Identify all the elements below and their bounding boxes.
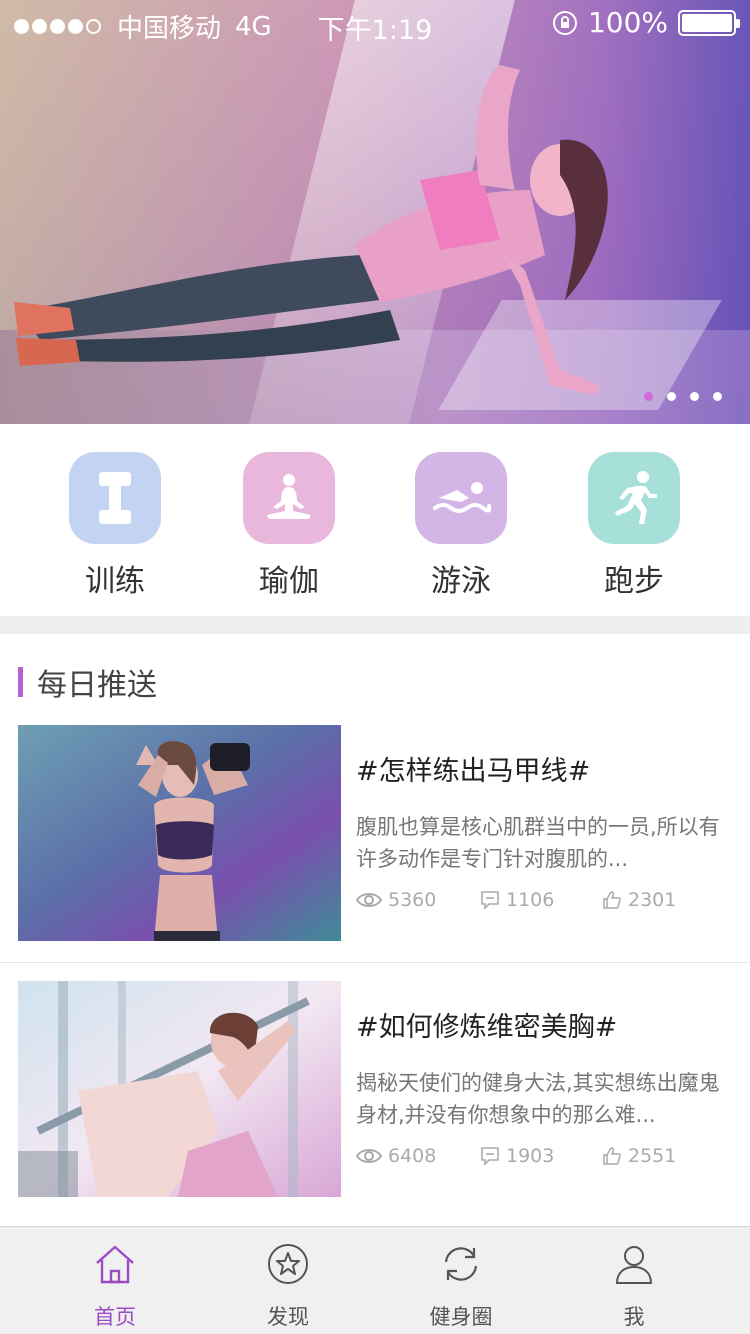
carousel-dot[interactable]	[713, 392, 722, 401]
article-description: 揭秘天使们的健身大法,其实想练出魔鬼身材,并没有你想象中的那么难...	[356, 1071, 720, 1127]
article-stats: 5360 1106 2301	[356, 889, 696, 919]
category-label: 训练	[85, 564, 145, 599]
article-title[interactable]: #如何修炼维密美胸#	[356, 1005, 617, 1044]
dumbbell-icon	[99, 472, 131, 524]
home-icon	[96, 1245, 134, 1284]
eye-icon	[356, 1149, 382, 1163]
tab-label: 我	[623, 1305, 645, 1329]
banner-athlete-image	[14, 65, 608, 395]
tab-me[interactable]: 我	[574, 1241, 694, 1331]
hero-banner[interactable]: 中国移动 4G 下午1:19 100%	[0, 0, 750, 424]
likes-count: 2301	[628, 889, 677, 911]
article-title[interactable]: #怎样练出马甲线#	[356, 749, 590, 788]
tab-label: 健身圈	[429, 1305, 493, 1329]
category-row: 训练 瑜伽 游泳 跑步	[0, 424, 750, 616]
category-running[interactable]: 跑步	[574, 452, 694, 600]
category-icon-bg	[588, 452, 680, 544]
running-icon	[615, 471, 657, 524]
carousel-dot[interactable]	[667, 392, 676, 401]
user-icon	[615, 1246, 653, 1284]
rotation-lock-icon	[552, 10, 577, 35]
category-icon-bg	[243, 452, 335, 544]
comments-count: 1903	[506, 1145, 555, 1167]
article-thumbnail	[18, 981, 341, 1197]
comments-stat[interactable]: 1106	[480, 889, 554, 911]
tab-label: 首页	[94, 1305, 136, 1329]
refresh-icon	[444, 1247, 478, 1281]
comments-count: 1106	[506, 889, 555, 911]
status-bar: 中国移动 4G 下午1:19 100%	[0, 0, 750, 48]
likes-stat[interactable]: 2551	[602, 1145, 676, 1167]
category-label: 游泳	[431, 564, 491, 599]
views-count: 5360	[388, 889, 437, 911]
battery-percent: 100%	[587, 6, 668, 39]
carousel-dot[interactable]	[690, 392, 699, 401]
comment-icon	[481, 1147, 499, 1166]
article-stats: 6408 1903 2551	[356, 1145, 696, 1175]
tab-home[interactable]: 首页	[55, 1241, 175, 1331]
section-accent-bar	[18, 667, 23, 697]
likes-count: 2551	[628, 1145, 677, 1167]
article-card[interactable]: #如何修炼维密美胸# 揭秘天使们的健身大法,其实想练出魔鬼身材,并没有你想象中的…	[0, 981, 750, 1237]
category-yoga[interactable]: 瑜伽	[229, 452, 349, 600]
category-icon-bg	[69, 452, 161, 544]
comment-icon	[481, 891, 499, 910]
swimming-icon	[433, 482, 491, 513]
list-divider	[0, 962, 750, 963]
category-label: 瑜伽	[259, 564, 319, 599]
article-card[interactable]: #怎样练出马甲线# 腹肌也算是核心肌群当中的一员,所以有许多动作是专门针对腹肌的…	[0, 725, 750, 981]
article-thumbnail	[18, 725, 341, 941]
thumbs-up-icon	[603, 1147, 621, 1165]
battery-icon	[678, 9, 740, 36]
carousel-dot[interactable]	[644, 392, 653, 401]
views-stat: 6408	[356, 1145, 436, 1167]
daily-push-header: 每日推送	[18, 660, 157, 704]
category-training[interactable]: 训练	[55, 452, 175, 600]
carousel-indicator[interactable]	[644, 392, 722, 401]
likes-stat[interactable]: 2301	[602, 889, 676, 911]
section-title: 每日推送	[37, 668, 157, 703]
category-icon-bg	[415, 452, 507, 544]
views-stat: 5360	[356, 889, 436, 911]
tab-fitness-circle[interactable]: 健身圈	[401, 1241, 521, 1331]
category-swimming[interactable]: 游泳	[401, 452, 521, 600]
section-divider	[0, 616, 750, 634]
tab-bar: 首页 发现 健身圈 我	[0, 1226, 750, 1334]
category-label: 跑步	[604, 564, 664, 599]
star-icon	[268, 1244, 308, 1284]
tab-label: 发现	[267, 1305, 309, 1329]
thumbs-up-icon	[603, 891, 621, 909]
eye-icon	[356, 893, 382, 907]
comments-stat[interactable]: 1903	[480, 1145, 554, 1167]
views-count: 6408	[388, 1145, 437, 1167]
tab-discover[interactable]: 发现	[228, 1241, 348, 1331]
article-description: 腹肌也算是核心肌群当中的一员,所以有许多动作是专门针对腹肌的...	[356, 815, 720, 871]
yoga-icon	[267, 474, 311, 519]
